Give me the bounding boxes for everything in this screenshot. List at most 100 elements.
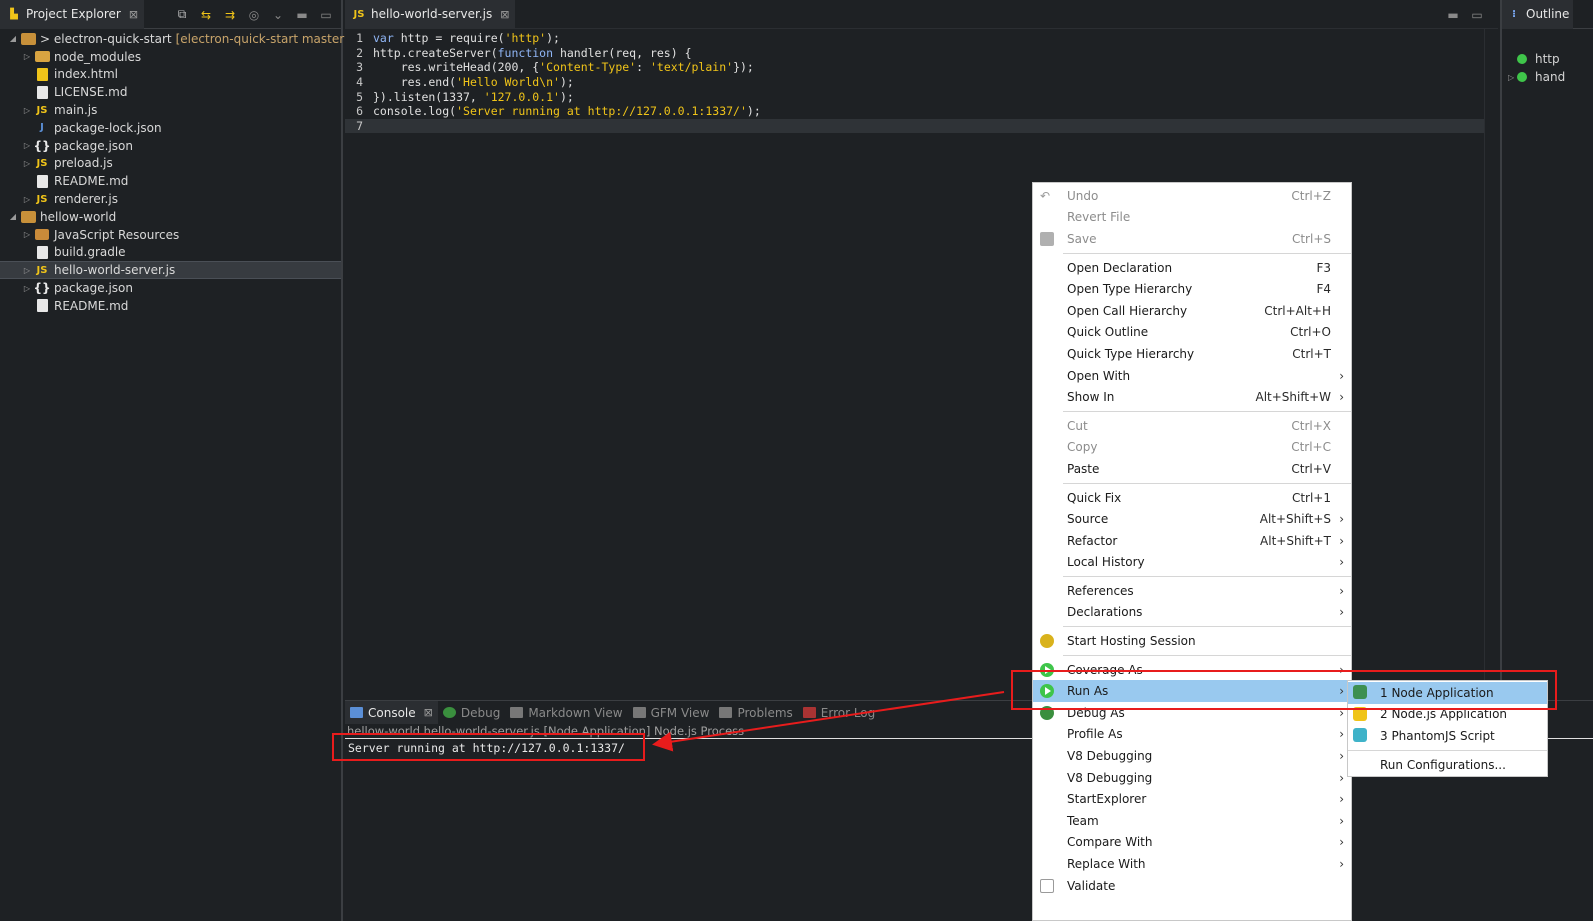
submenu-arrow-icon: ›	[1339, 792, 1344, 807]
tab-outline[interactable]: ⁝ Outline	[1502, 0, 1574, 29]
tree-item[interactable]: ▷ node_modules	[0, 48, 341, 66]
link-with-editor-icon[interactable]: ⇆	[199, 8, 213, 22]
expand-toggle-icon[interactable]: ▷	[20, 159, 34, 168]
expand-toggle-icon[interactable]: ▷	[20, 266, 34, 275]
tree-item[interactable]: README.md	[0, 172, 341, 190]
menu-item-label: Undo	[1067, 188, 1099, 203]
menu-item-open-call-hierarchy[interactable]: Open Call Hierarchy Ctrl+Alt+H	[1033, 300, 1351, 322]
outline-item[interactable]: ▷ hand	[1502, 68, 1593, 86]
menu-item-startexplorer[interactable]: StartExplorer ›	[1033, 788, 1351, 810]
expand-icon[interactable]: ▷	[1508, 73, 1514, 82]
tree-item-label: hello-world-server.js	[54, 263, 176, 278]
tree-item[interactable]: ▷{} package.json	[0, 137, 341, 155]
menu-item-compare-with[interactable]: Compare With ›	[1033, 832, 1351, 854]
close-icon[interactable]: ⊠	[129, 8, 138, 21]
menu-item-local-history[interactable]: Local History ›	[1033, 552, 1351, 574]
tab-error-log[interactable]: Error Log	[798, 701, 881, 724]
line-number: 2	[356, 45, 363, 60]
json-braces-icon: {}	[33, 281, 51, 296]
tree-item[interactable]: ▷ JavaScript Resources	[0, 226, 341, 244]
expand-toggle-icon[interactable]: ▷	[20, 284, 34, 293]
tab-gfm-view[interactable]: GFM View	[628, 701, 715, 724]
menu-item-validate[interactable]: Validate	[1033, 875, 1351, 897]
outline-tree: http ▷ hand	[1502, 29, 1593, 86]
submenu-arrow-icon: ›	[1339, 390, 1344, 405]
tree-item[interactable]: README.md	[0, 297, 341, 315]
menu-item-start-hosting-session[interactable]: Start Hosting Session	[1033, 630, 1351, 652]
code-text: }).listen(1337, '127.0.0.1');	[373, 89, 574, 104]
tree-item[interactable]: ▷ JS hello-world-server.js	[0, 261, 341, 280]
menu-item-quick-type-hierarchy[interactable]: Quick Type Hierarchy Ctrl+T	[1033, 343, 1351, 365]
tree-item[interactable]: ▷{} package.json	[0, 279, 341, 297]
outline-item-label: hand	[1535, 70, 1566, 84]
menu-item-open-with[interactable]: Open With ›	[1033, 365, 1351, 387]
menu-item-label: Save	[1067, 231, 1097, 246]
tab-hello-world-server-js[interactable]: JS hello-world-server.js ⊠	[345, 0, 516, 29]
submenu-item-label: Run Configurations...	[1380, 757, 1506, 772]
expand-toggle-icon[interactable]: ▷	[20, 106, 34, 115]
maximize-icon[interactable]: ▭	[319, 8, 333, 22]
expand-toggle-icon[interactable]: ◢	[6, 34, 20, 43]
menu-item-refactor[interactable]: Refactor Alt+Shift+T ›	[1033, 530, 1351, 552]
menu-item-label: Start Hosting Session	[1067, 634, 1196, 649]
js-file-icon: JS	[36, 264, 48, 276]
tab-gfm-view-label: GFM View	[650, 705, 710, 720]
expand-toggle-icon[interactable]: ▷	[20, 230, 34, 239]
menu-item-open-type-hierarchy[interactable]: Open Type Hierarchy F4	[1033, 278, 1351, 300]
close-icon[interactable]: ⊠	[500, 8, 509, 21]
minimize-icon[interactable]: ▬	[1446, 8, 1460, 22]
maximize-icon[interactable]: ▭	[1470, 8, 1484, 22]
menu-item-label: Team	[1067, 813, 1099, 828]
code-text: http.createServer(function handler(req, …	[373, 45, 692, 60]
tree-item[interactable]: ▷ JS renderer.js	[0, 190, 341, 208]
tab-markdown-view[interactable]: Markdown View	[505, 701, 627, 724]
tree-item[interactable]: ▷ JS preload.js	[0, 155, 341, 173]
folder-icon	[34, 50, 50, 64]
menu-item-quick-fix[interactable]: Quick Fix Ctrl+1	[1033, 487, 1351, 509]
close-icon[interactable]: ⊠	[424, 706, 433, 719]
menu-item-v8-debugging[interactable]: V8 Debugging ›	[1033, 767, 1351, 789]
menu-item-label: Replace With	[1067, 857, 1146, 872]
menu-item-v8-debugging[interactable]: V8 Debugging ›	[1033, 745, 1351, 767]
editor-scrollbar[interactable]	[1484, 29, 1498, 698]
tree-item[interactable]: index.html	[0, 66, 341, 84]
tree-item[interactable]: ◢ hellow-world	[0, 208, 341, 226]
menu-item-show-in[interactable]: Show In Alt+Shift+W ›	[1033, 386, 1351, 408]
tree-item-label: package.json	[54, 281, 134, 296]
menu-item-references[interactable]: References ›	[1033, 580, 1351, 602]
expand-toggle-icon[interactable]: ▷	[20, 141, 34, 150]
expand-toggle-icon[interactable]: ▷	[20, 195, 34, 204]
submenu-item-3-phantomjs-script[interactable]: 3 PhantomJS Script	[1348, 725, 1547, 747]
tab-debug[interactable]: Debug	[438, 701, 505, 724]
tab-problems[interactable]: Problems	[714, 701, 797, 724]
menu-item-paste[interactable]: Paste Ctrl+V	[1033, 458, 1351, 480]
focus-icon[interactable]: ◎	[247, 8, 261, 22]
view-menu-icon[interactable]: ⌄	[271, 8, 285, 22]
tree-item[interactable]: ◢ > electron-quick-start [electron-quick-s…	[0, 30, 349, 48]
run-configurations-item[interactable]: Run Configurations...	[1348, 754, 1547, 776]
tab-project-explorer[interactable]: ▙ Project Explorer ⊠	[0, 0, 145, 29]
minimize-icon[interactable]: ▬	[295, 8, 309, 22]
menu-item-open-declaration[interactable]: Open Declaration F3	[1033, 257, 1351, 279]
tab-console[interactable]: Console ⊠	[345, 701, 438, 724]
tree-item[interactable]: ▷ JS main.js	[0, 101, 341, 119]
collapse-all-icon[interactable]: ⧉	[175, 7, 189, 22]
expand-toggle-icon[interactable]: ◢	[6, 212, 20, 221]
tree-item[interactable]: Jpackage-lock.json	[0, 119, 341, 137]
menu-item-replace-with[interactable]: Replace With ›	[1033, 853, 1351, 875]
submenu-arrow-icon: ›	[1339, 770, 1344, 785]
tree-item[interactable]: LICENSE.md	[0, 83, 341, 101]
menu-item-declarations[interactable]: Declarations ›	[1033, 602, 1351, 624]
expand-toggle-icon[interactable]: ▷	[20, 52, 34, 61]
menu-item-profile-as[interactable]: Profile As ›	[1033, 724, 1351, 746]
sync-icon[interactable]: ⇉	[223, 8, 237, 22]
menu-item-quick-outline[interactable]: Quick Outline Ctrl+O	[1033, 322, 1351, 344]
menu-item-team[interactable]: Team ›	[1033, 810, 1351, 832]
code-area[interactable]: 1 var http = require('http'); 2 http.creat…	[345, 31, 1485, 134]
tree-item[interactable]: build.gradle	[0, 244, 341, 262]
explorer-tabbar: ▙ Project Explorer ⊠ ⧉ ⇆ ⇉ ◎ ⌄ ▬ ▭	[0, 0, 341, 29]
menu-item-shortcut: Ctrl+V	[1291, 461, 1331, 476]
markdown-view-icon	[510, 707, 524, 718]
menu-item-source[interactable]: Source Alt+Shift+S ›	[1033, 508, 1351, 530]
outline-item[interactable]: http	[1502, 50, 1593, 68]
